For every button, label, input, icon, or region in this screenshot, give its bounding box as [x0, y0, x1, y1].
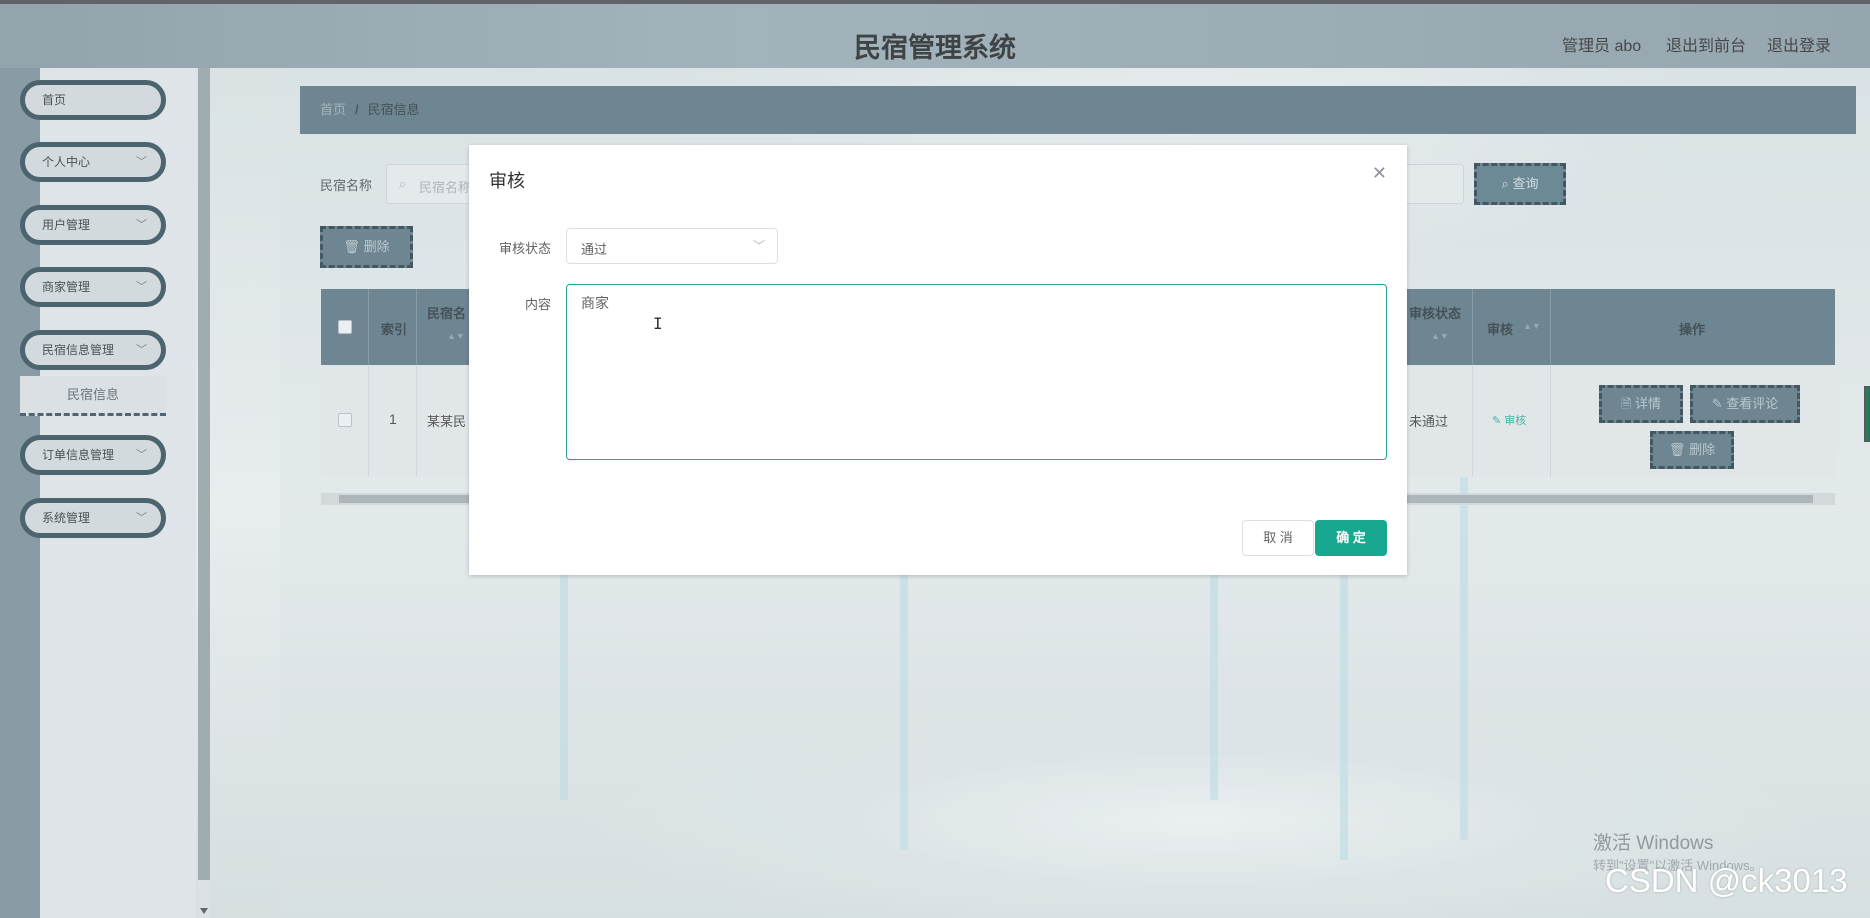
dialog-title: 审核 [489, 171, 525, 191]
side-widget-tab[interactable] [1864, 386, 1870, 442]
windows-activation-title: 激活 Windows [1593, 833, 1714, 854]
text-cursor-icon: I [653, 314, 663, 333]
content-textarea[interactable]: 商家 [566, 284, 1387, 460]
cancel-button[interactable]: 取 消 [1242, 520, 1314, 556]
audit-dialog: 审核 ✕ 审核状态 通过 ﹀ 内容 商家 取 消 确 定 [469, 145, 1407, 575]
chevron-down-icon: ﹀ [752, 239, 765, 253]
content-label: 内容 [524, 297, 551, 312]
audit-status-select[interactable]: 通过 ﹀ [566, 228, 778, 264]
close-icon[interactable]: ✕ [1372, 163, 1387, 184]
confirm-button[interactable]: 确 定 [1315, 520, 1387, 556]
csdn-watermark: CSDN @ck3013 [1605, 862, 1848, 899]
audit-status-value: 通过 [581, 242, 608, 257]
audit-status-label: 审核状态 [498, 241, 551, 256]
